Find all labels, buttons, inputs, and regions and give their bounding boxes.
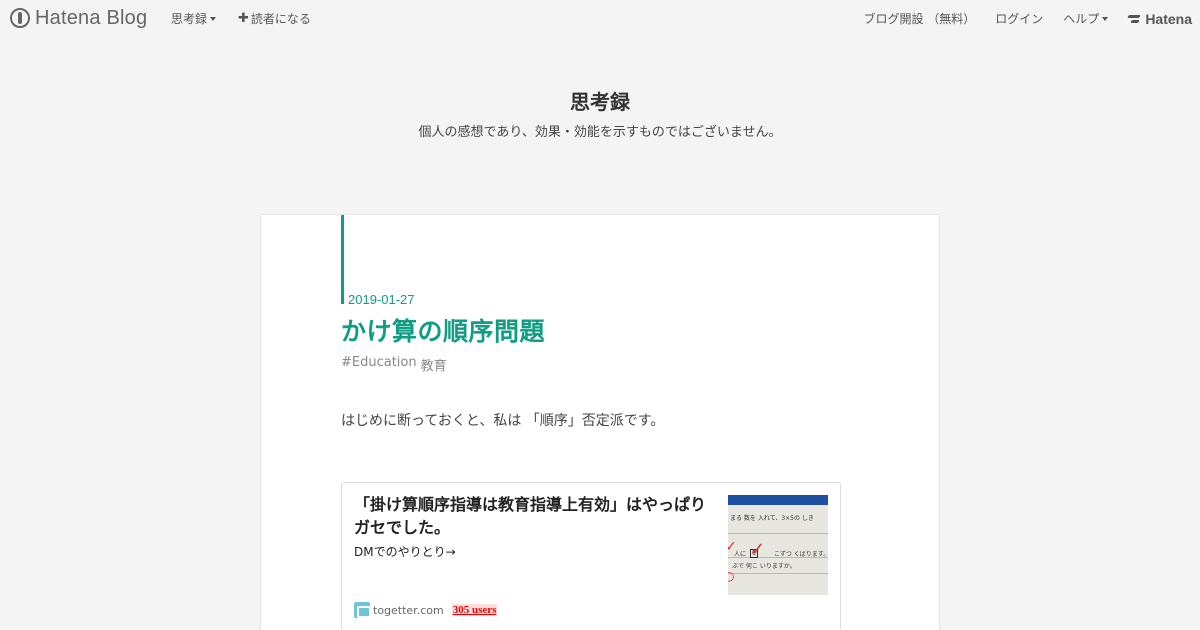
thumbnail-header-stripe: [728, 495, 828, 505]
help-label: ヘルプ: [1063, 12, 1100, 26]
logo-text: Hatena Blog: [35, 6, 148, 29]
thumbnail-text: まる 数を 入れて、3×5の しき: [730, 515, 814, 522]
hatena-brand-icon: [1128, 14, 1142, 24]
category-tag[interactable]: 教育: [421, 355, 447, 374]
caret-down-icon: [1102, 16, 1109, 21]
subscribe-button[interactable]: ✚ 読者になる: [238, 10, 311, 27]
login-link[interactable]: ログイン: [995, 10, 1043, 27]
plus-icon: ✚: [238, 11, 249, 26]
subscribe-label: 読者になる: [250, 12, 311, 26]
help-dropdown[interactable]: ヘルプ: [1063, 10, 1109, 27]
circle-mark-icon: ○: [728, 569, 735, 583]
hatena-logo-icon: [10, 8, 30, 28]
embedded-link-card[interactable]: 「掛け算順序指導は教育指導上有効」はやっぱりガセでした。 DMでのやりとり→ ま…: [341, 482, 841, 630]
check-mark-icon: ✓: [728, 539, 737, 555]
embed-footer: togetter.com 305 users: [354, 602, 498, 618]
blog-description: 個人の感想であり、効果・効能を示すものではございません。: [418, 125, 782, 140]
embed-description: DMでのやりとり→: [354, 545, 456, 559]
thumbnail-rule: [728, 573, 828, 574]
embed-title[interactable]: 「掛け算順序指導は教育指導上有効」はやっぱりガセでした。: [354, 493, 714, 539]
entry-body-paragraph: はじめに断っておくと、私は 「順序」否定派です。: [341, 413, 665, 429]
entry-categories: #Education 教育: [341, 355, 447, 374]
blog-title[interactable]: 思考録: [0, 86, 1200, 115]
category-tag[interactable]: #Education: [341, 355, 417, 374]
global-header: Hatena Blog 思考録 ✚ 読者になる ブログ開設 （無料） ログイン …: [0, 0, 1200, 36]
embed-site-domain[interactable]: togetter.com: [373, 604, 444, 617]
check-mark-icon: ✓: [750, 539, 766, 560]
entry-title[interactable]: かけ算の順序問題: [341, 312, 545, 348]
date-accent-bar: [341, 215, 344, 304]
blog-menu-dropdown[interactable]: 思考録: [171, 10, 217, 27]
thumbnail-text: ぶで 何こ いりますか。: [732, 563, 796, 570]
header-nav-left: 思考録 ✚ 読者になる: [171, 10, 311, 27]
hatena-brand-text: Hatena: [1145, 10, 1192, 27]
hatena-brand-link[interactable]: Hatena: [1128, 11, 1192, 27]
entry-date[interactable]: 2019-01-27: [348, 292, 415, 307]
hatena-blog-logo[interactable]: Hatena Blog: [10, 7, 147, 29]
header-nav-right: ブログ開設 （無料） ログイン ヘルプ Hatena: [863, 10, 1192, 27]
togetter-favicon-icon: [354, 602, 371, 618]
caret-down-icon: [210, 16, 217, 21]
embed-thumbnail[interactable]: まる 数を 入れて、3×5の しき 人に 6 こずつ くばります。 ぶで 何こ …: [728, 495, 828, 595]
entry-card: 2019-01-27 かけ算の順序問題 #Education 教育 はじめに断っ…: [260, 214, 940, 630]
blog-menu-label: 思考録: [171, 12, 208, 26]
start-blog-link[interactable]: ブログ開設 （無料）: [863, 10, 975, 27]
thumbnail-rule: [728, 533, 828, 534]
bookmark-users-badge[interactable]: 305 users: [451, 604, 498, 616]
thumbnail-text: こずつ くばります。: [774, 551, 828, 558]
